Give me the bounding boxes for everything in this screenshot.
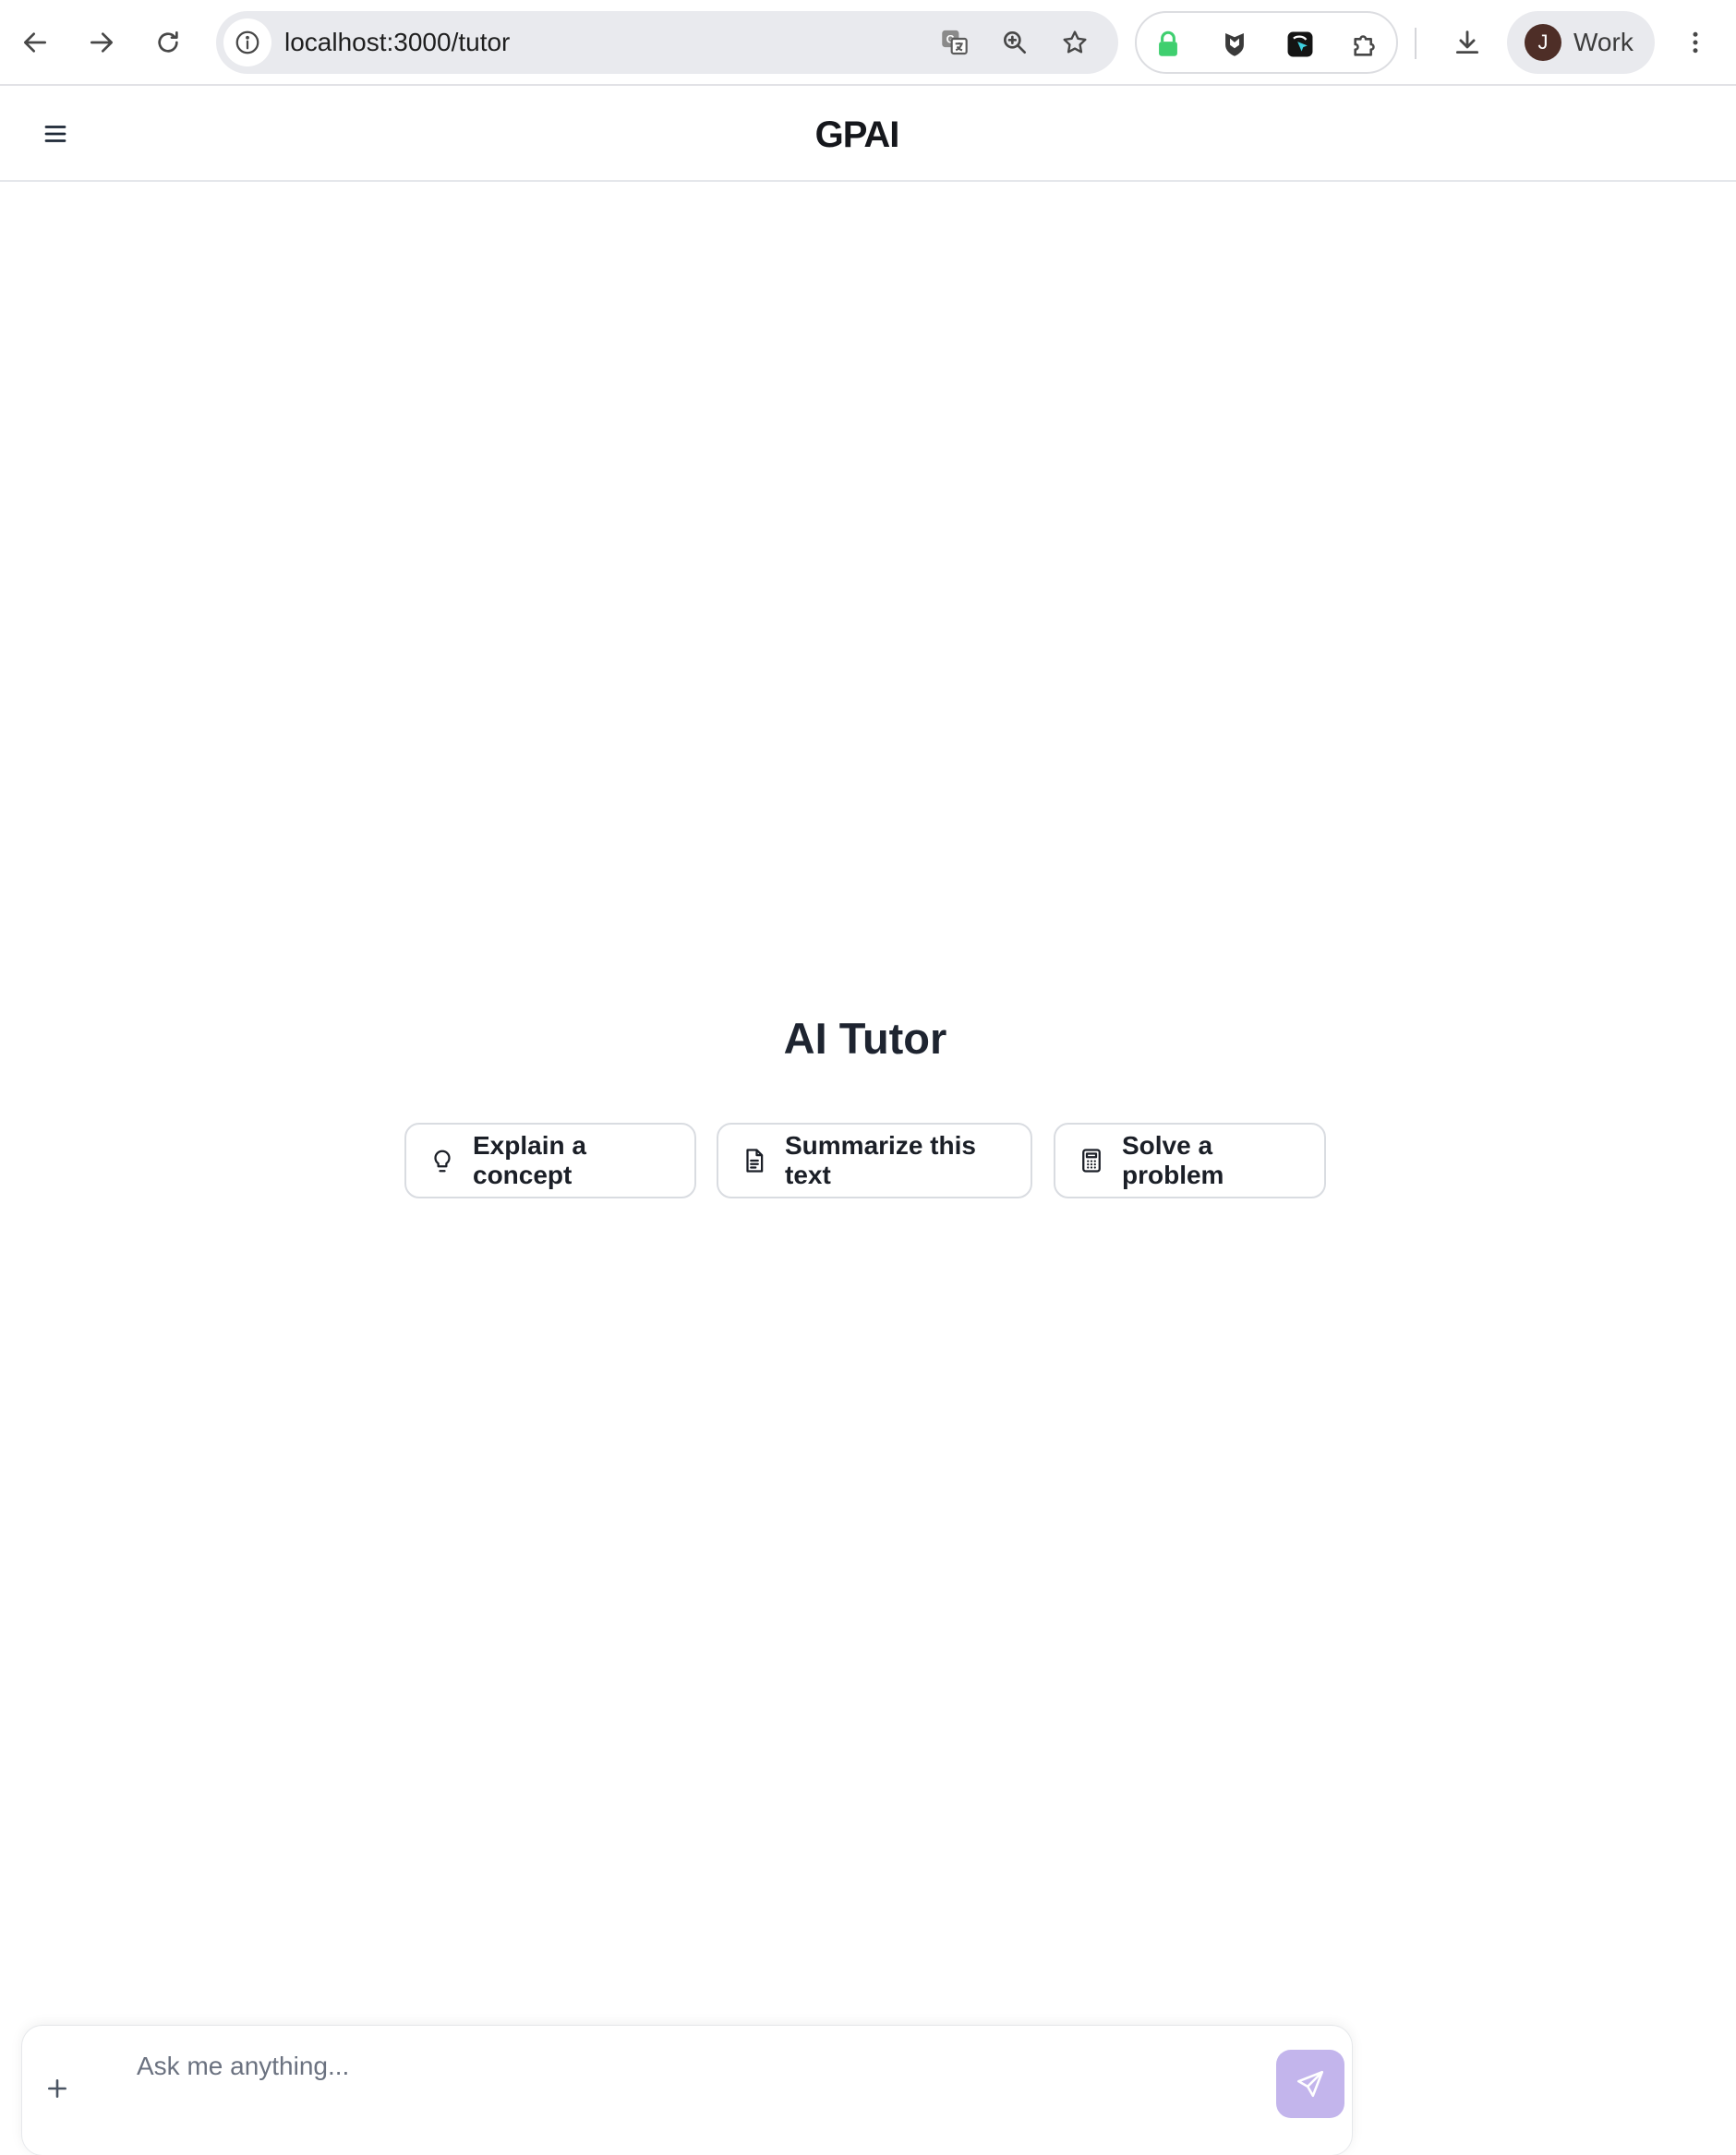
site-info-button[interactable] xyxy=(223,18,271,66)
logo-text: GPAI xyxy=(815,114,899,155)
send-icon xyxy=(1296,2070,1324,2098)
download-icon xyxy=(1455,30,1479,54)
reload-icon xyxy=(158,31,178,53)
lightbulb-icon xyxy=(428,1147,456,1174)
star-icon xyxy=(1063,30,1087,54)
app-header: GPAI xyxy=(0,88,1736,182)
calculator-icon xyxy=(1078,1147,1105,1174)
chat-input[interactable] xyxy=(131,2039,1239,2094)
browser-toolbar: localhost:3000/tutor G J Work xyxy=(0,0,1736,86)
chat-composer xyxy=(22,2026,1352,2155)
lock-extension-button[interactable] xyxy=(1148,24,1188,65)
cursor-extension-icon xyxy=(1287,31,1313,57)
gpai-logo[interactable]: GPAI xyxy=(803,110,910,156)
profile-label: Work xyxy=(1573,28,1634,56)
toolbar-divider xyxy=(1415,28,1417,59)
arrow-right-icon xyxy=(90,32,113,53)
arrow-left-icon xyxy=(24,32,46,53)
attach-button[interactable] xyxy=(39,2070,76,2107)
info-icon xyxy=(235,30,259,54)
bookmark-button[interactable] xyxy=(1056,24,1093,61)
back-button[interactable] xyxy=(11,18,59,66)
plus-icon xyxy=(48,2079,66,2098)
profile-button[interactable]: J Work xyxy=(1507,11,1655,74)
page-title: AI Tutor xyxy=(783,1014,947,1063)
shield-extension-button[interactable] xyxy=(1214,24,1255,65)
avatar: J xyxy=(1525,24,1561,61)
hamburger-icon xyxy=(44,126,66,142)
suggestion-label: Solve a problem xyxy=(1122,1131,1224,1189)
reload-button[interactable] xyxy=(144,18,192,66)
zoom-button[interactable] xyxy=(996,24,1033,61)
address-bar[interactable]: localhost:3000/tutor G xyxy=(216,11,1118,74)
suggestion-label: Explain a concept xyxy=(473,1131,586,1189)
extensions-menu-button[interactable] xyxy=(1345,24,1386,65)
downloads-button[interactable] xyxy=(1443,18,1491,66)
document-icon xyxy=(741,1147,768,1174)
send-button[interactable] xyxy=(1276,2050,1344,2118)
suggestion-label: Summarize this text xyxy=(785,1131,976,1189)
extensions-group xyxy=(1135,11,1398,74)
translate-button[interactable]: G xyxy=(936,24,973,61)
browser-menu-button[interactable] xyxy=(1675,18,1716,66)
forward-button[interactable] xyxy=(78,18,126,66)
suggestion-explain-concept[interactable]: Explain a concept xyxy=(404,1123,696,1198)
more-vertical-icon xyxy=(1693,31,1698,54)
lock-extension-icon xyxy=(1159,30,1177,56)
puzzle-icon xyxy=(1354,35,1375,56)
zoom-in-icon xyxy=(1004,30,1026,54)
suggestion-solve-problem[interactable]: Solve a problem xyxy=(1054,1123,1326,1198)
shield-extension-icon xyxy=(1225,32,1244,56)
translate-icon: G xyxy=(942,30,968,55)
logo-mark: GPAI xyxy=(815,114,900,155)
sidebar-toggle-button[interactable] xyxy=(37,115,74,152)
url-text[interactable]: localhost:3000/tutor xyxy=(284,11,510,74)
suggestion-summarize-text[interactable]: Summarize this text xyxy=(717,1123,1032,1198)
cursor-extension-button[interactable] xyxy=(1280,24,1320,65)
